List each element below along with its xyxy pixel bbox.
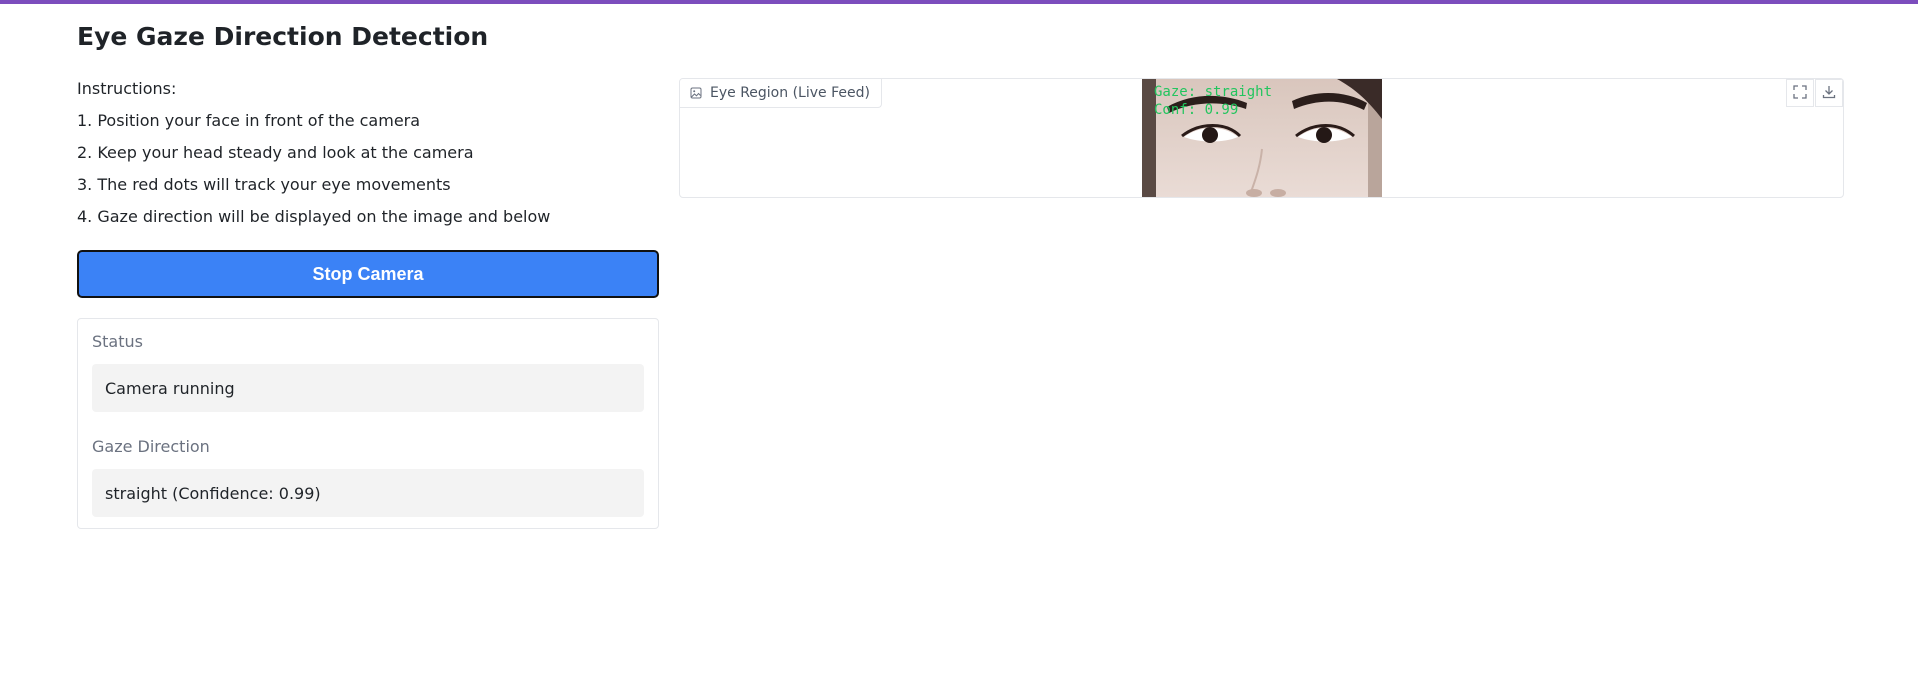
instructions-heading: Instructions: [77, 79, 177, 98]
download-button[interactable] [1815, 79, 1843, 107]
instruction-step: 4. Gaze direction will be displayed on t… [77, 207, 551, 226]
image-icon [690, 87, 702, 99]
fullscreen-button[interactable] [1786, 79, 1814, 107]
instruction-step: 3. The red dots will track your eye move… [77, 175, 451, 194]
instruction-step: 1. Position your face in front of the ca… [77, 111, 421, 130]
instructions-block: Instructions: 1. Position your face in f… [77, 78, 657, 238]
instruction-step: 2. Keep your head steady and look at the… [77, 143, 474, 162]
status-label: Status [92, 332, 143, 351]
page-title: Eye Gaze Direction Detection [77, 22, 489, 51]
fullscreen-icon [1793, 84, 1807, 103]
gaze-direction-field[interactable]: straight (Confidence: 0.99) [92, 469, 644, 517]
download-icon [1822, 84, 1836, 103]
status-field[interactable]: Camera running [92, 364, 644, 412]
image-panel-label-text: Eye Region (Live Feed) [710, 85, 870, 101]
stop-camera-button[interactable]: Stop Camera [77, 250, 659, 298]
gaze-direction-label: Gaze Direction [92, 437, 210, 456]
confidence-overlay-text: Conf: 0.99 [1154, 102, 1239, 118]
eye-region-panel: Eye Region (Live Feed) Gaze: straight Co… [679, 78, 1844, 198]
image-panel-label: Eye Region (Live Feed) [680, 79, 882, 108]
top-accent-bar [0, 0, 1918, 4]
output-panel: Status Camera running Gaze Direction str… [77, 318, 659, 529]
gaze-overlay-text: Gaze: straight [1154, 84, 1273, 100]
eye-region-feed: Gaze: straight Conf: 0.99 [1142, 79, 1382, 197]
